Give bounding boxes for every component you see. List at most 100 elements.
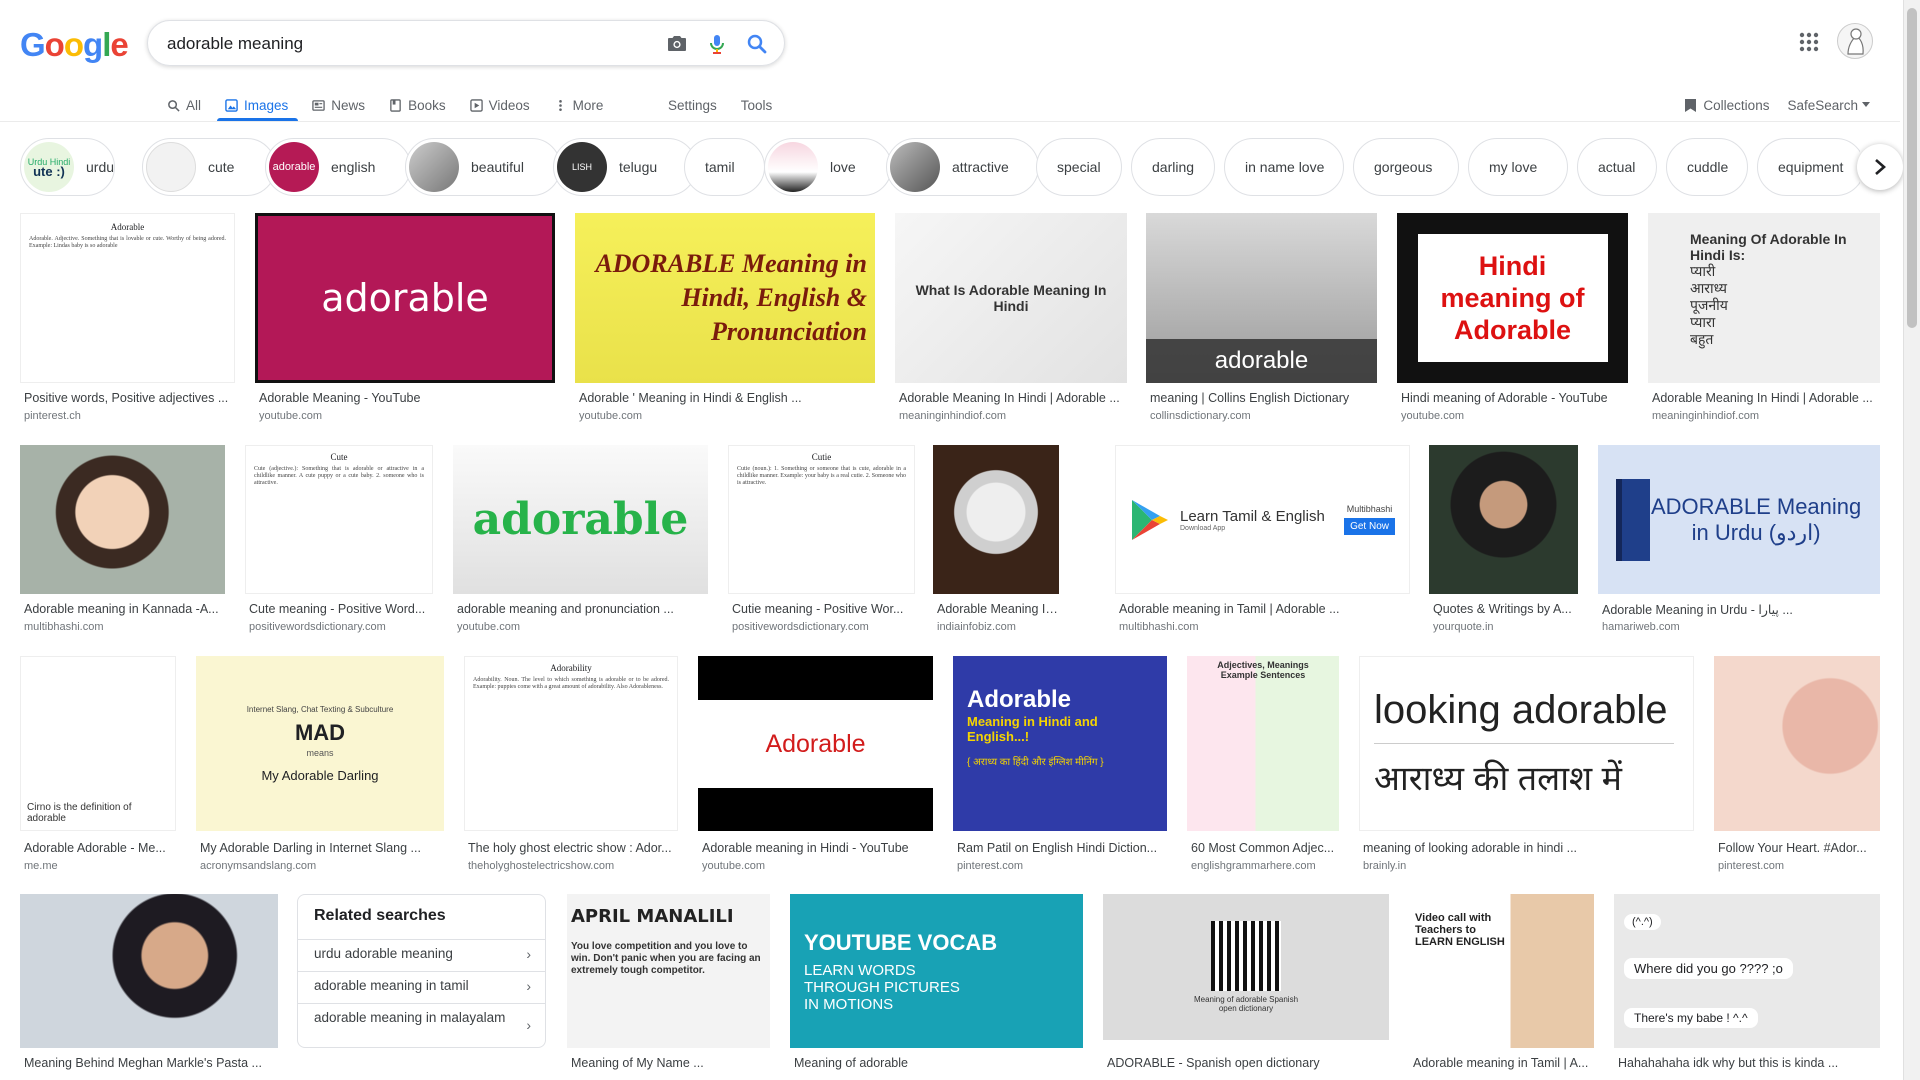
image-result[interactable]: (^.^) Where did you go ???? ;o There's m… <box>1614 894 1880 1080</box>
thumb-text: Meaning Of Adorable In Hindi Is: <box>1690 231 1847 263</box>
image-result[interactable]: APRIL MANALILI You love competition and … <box>567 894 770 1080</box>
thumb-text: Adorable <box>110 222 145 232</box>
thumb-text: पूजनीय <box>1690 297 1728 313</box>
image-result[interactable]: Quotes & Writings by A... yourquote.in <box>1429 445 1578 635</box>
result-source: meaninginhindiof.com <box>1652 410 1760 422</box>
image-result[interactable]: Follow Your Heart. #Ador... pinterest.co… <box>1714 656 1880 876</box>
image-result[interactable]: Adorable Meaning in Hindi and English...… <box>953 656 1167 876</box>
camera-icon[interactable] <box>665 32 689 56</box>
chip-my-love[interactable]: my love <box>1468 138 1568 196</box>
image-result[interactable]: YOUTUBE VOCAB LEARN WORDS THROUGH PICTUR… <box>790 894 1083 1080</box>
thumb-text: { अराध्य का हिंदी और इंग्लिश मीनिंग } <box>967 757 1104 768</box>
microphone-icon[interactable] <box>705 32 729 56</box>
image-result[interactable]: Video call with Teachers to LEARN ENGLIS… <box>1409 894 1594 1080</box>
result-source: youtube.com <box>702 860 765 872</box>
chip-actual[interactable]: actual <box>1577 138 1657 196</box>
result-thumbnail: Adjectives, Meanings Example Sentences <box>1187 656 1339 831</box>
image-result[interactable]: Cirno is the definition of adorable Ador… <box>20 656 176 876</box>
scrollbar-thumb[interactable] <box>1907 8 1917 328</box>
image-result[interactable]: Meaning Behind Meghan Markle's Pasta ... <box>20 894 278 1080</box>
tools-link[interactable]: Tools <box>741 98 773 113</box>
result-thumbnail: Cirno is the definition of adorable <box>20 656 176 831</box>
result-thumbnail: Internet Slang, Chat Texting & Subcultur… <box>196 656 444 831</box>
result-thumbnail: looking adorable आराध्य की तलाश में <box>1359 656 1694 831</box>
more-vert-icon <box>558 99 562 111</box>
related-searches-title: Related searches <box>314 907 446 924</box>
image-result[interactable]: Learn Tamil & English Download App Multi… <box>1115 445 1410 635</box>
image-result[interactable]: Adjectives, Meanings Example Sentences 6… <box>1187 656 1339 876</box>
search-input[interactable] <box>167 33 637 55</box>
image-result[interactable]: adorable adorable meaning and pronunciat… <box>453 445 708 635</box>
thumb-text: Adorability <box>550 663 592 673</box>
image-result[interactable]: Adorable Adorable. Adjective. Something … <box>20 213 235 423</box>
tab-all[interactable]: All <box>167 90 201 120</box>
result-source: englishgrammarhere.com <box>1191 860 1316 872</box>
image-result[interactable]: adorable meaning | Collins English Dicti… <box>1146 213 1377 423</box>
tab-videos[interactable]: Videos <box>469 90 530 120</box>
thumb-text: means <box>306 747 334 758</box>
result-source: multibhashi.com <box>1119 621 1199 633</box>
chip-urdu[interactable]: Urdu Hindi ute :) urdu <box>20 138 115 196</box>
thumb-text: LEARN WORDS THROUGH PICTURES IN MOTIONS <box>804 961 960 1013</box>
settings-link[interactable]: Settings <box>668 98 717 113</box>
tab-more[interactable]: More <box>554 90 603 120</box>
chip-love[interactable]: love <box>764 138 892 196</box>
chip-in-name-love[interactable]: in name love <box>1224 138 1344 196</box>
image-result[interactable]: Hindi meaning of Adorable Hindi meaning … <box>1397 213 1628 423</box>
result-title: My Adorable Darling in Internet Slang ..… <box>200 841 421 855</box>
related-search-item[interactable]: adorable meaning in malayalam › <box>298 1003 545 1048</box>
chip-special[interactable]: special <box>1036 138 1122 196</box>
image-result[interactable]: ADORABLE Meaning in Urdu (اردو) Adorable… <box>1598 445 1880 635</box>
chip-tamil[interactable]: tamil <box>684 138 765 196</box>
result-title: Meaning of My Name ... <box>571 1056 704 1070</box>
avatar[interactable] <box>1837 23 1873 59</box>
safesearch-dropdown[interactable]: SafeSearch <box>1787 98 1870 113</box>
bookmark-icon <box>1685 98 1697 112</box>
related-search-item[interactable]: urdu adorable meaning › <box>298 939 545 971</box>
chip-gorgeous[interactable]: gorgeous <box>1353 138 1459 196</box>
image-result[interactable]: Adorable meaning in Kannada -A... multib… <box>20 445 225 635</box>
chip-telugu[interactable]: LISH telugu <box>553 138 697 196</box>
related-search-item[interactable]: adorable meaning in tamil › <box>298 971 545 1003</box>
image-result[interactable]: Adorable Adorable meaning in Hindi - You… <box>698 656 933 876</box>
chip-attractive[interactable]: attractive <box>886 138 1039 196</box>
image-result[interactable]: Adorability Adorability. Noun. The level… <box>464 656 678 876</box>
result-title: Adorable Meaning In Hindi | Adorable ... <box>899 391 1120 405</box>
result-title: Cutie meaning - Positive Wor... <box>732 602 904 616</box>
apps-grid-icon[interactable] <box>1797 30 1821 54</box>
image-result[interactable]: ADORABLE Meaning in Hindi, English & Pro… <box>575 213 875 423</box>
tab-books[interactable]: Books <box>389 90 446 120</box>
chips-next-button[interactable] <box>1857 144 1903 190</box>
result-title: Adorable Meaning in Urdu - پیارا ... <box>1602 603 1793 617</box>
collections-link[interactable]: Collections <box>1684 98 1769 113</box>
chip-cute[interactable]: cute <box>142 138 276 196</box>
image-result[interactable]: adorable Adorable Meaning - YouTube yout… <box>255 213 555 423</box>
search-icon[interactable] <box>745 32 769 56</box>
result-title: meaning of looking adorable in hindi ... <box>1363 841 1578 855</box>
image-result[interactable]: Cute Cute (adjective.): Something that i… <box>245 445 433 635</box>
thumb-text: My Adorable Darling <box>261 767 379 783</box>
tab-images[interactable]: Images <box>216 90 299 121</box>
chip-english[interactable]: adorable english <box>265 138 411 196</box>
chip-darling[interactable]: darling <box>1131 138 1215 196</box>
result-thumbnail: adorable <box>255 213 555 383</box>
image-result[interactable]: Adorable Meaning In Hin... indiainfobiz.… <box>933 445 1059 635</box>
chip-equipment[interactable]: equipment <box>1757 138 1860 196</box>
result-title: Adorable ' Meaning in Hindi & English ..… <box>579 391 802 405</box>
chip-beautiful[interactable]: beautiful <box>405 138 561 196</box>
image-result[interactable]: Meaning of adorable Spanish open diction… <box>1103 894 1389 1080</box>
chip-cuddle[interactable]: cuddle <box>1666 138 1748 196</box>
search-box <box>147 20 785 66</box>
result-thumbnail <box>20 894 278 1048</box>
result-source: pinterest.ch <box>24 410 81 422</box>
image-result[interactable]: Cutie Cutie (noun.): 1. Something or som… <box>728 445 915 635</box>
google-logo[interactable]: Google <box>20 26 129 64</box>
image-result[interactable]: looking adorable आराध्य की तलाश में mean… <box>1359 656 1694 876</box>
thumb-text: Video call with Teachers to LEARN ENGLIS… <box>1415 912 1505 948</box>
image-result[interactable]: Internet Slang, Chat Texting & Subcultur… <box>196 656 444 876</box>
scrollbar[interactable] <box>1903 0 1920 1080</box>
image-result[interactable]: What Is Adorable Meaning In Hindi Adorab… <box>895 213 1127 423</box>
image-result[interactable]: Meaning Of Adorable In Hindi Is: प्यारी … <box>1648 213 1880 423</box>
tab-news[interactable]: News <box>312 90 365 120</box>
result-thumbnail: Adorability Adorability. Noun. The level… <box>464 656 678 831</box>
